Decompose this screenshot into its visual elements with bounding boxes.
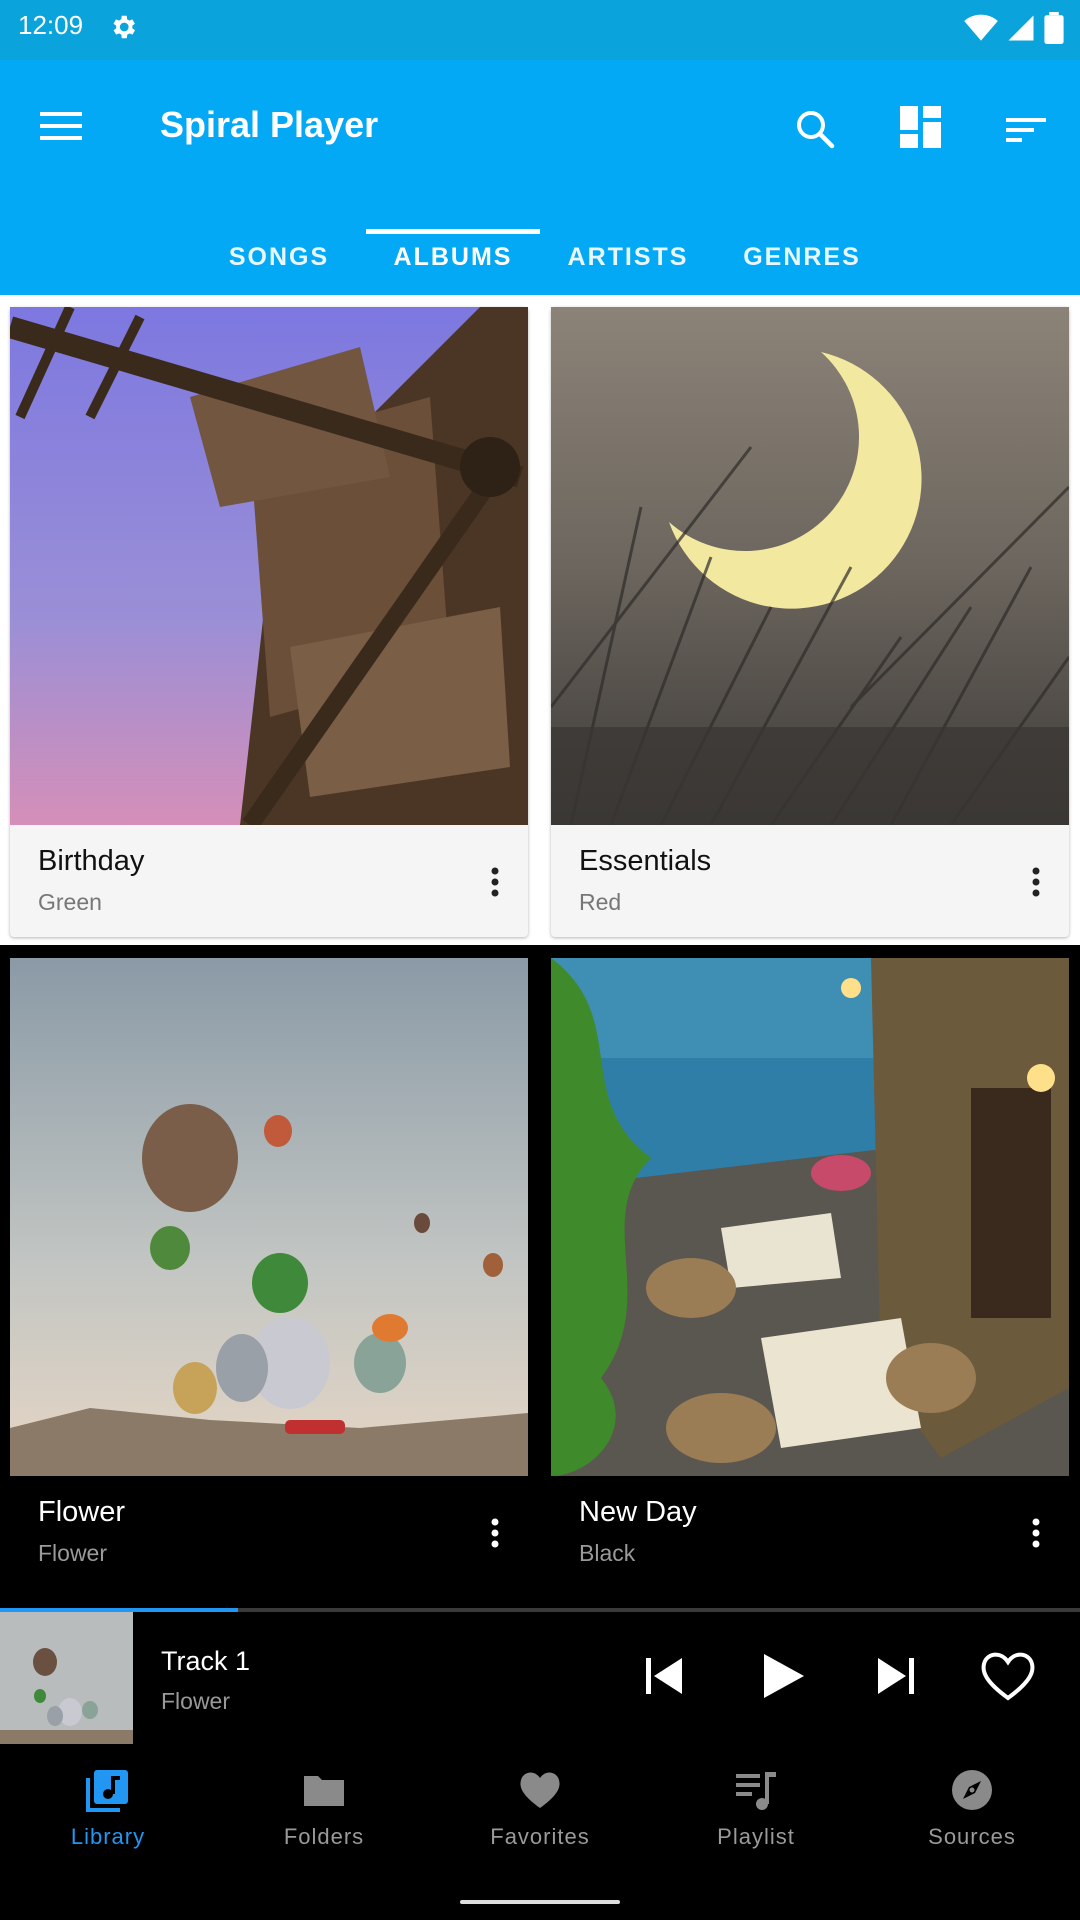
bottom-navigation: Library Folders Favorites Playlist Sourc…: [0, 1744, 1080, 1920]
skip-previous-icon[interactable]: [634, 1646, 694, 1706]
album-cover-balloons: [10, 958, 528, 1476]
nav-label: Library: [70, 1824, 146, 1849]
more-options-icon[interactable]: [490, 1518, 500, 1548]
now-playing-artist: Flower: [161, 1688, 231, 1714]
more-options-icon[interactable]: [1031, 1518, 1041, 1548]
settings-gear-icon: [108, 12, 138, 47]
skip-next-icon[interactable]: [866, 1646, 926, 1706]
nav-label: Folders: [283, 1824, 365, 1849]
album-cover-windmill: [10, 307, 528, 825]
sort-icon[interactable]: [1002, 106, 1052, 156]
now-playing-bar[interactable]: Track 1 Flower: [0, 1612, 1080, 1744]
nav-label: Favorites: [490, 1824, 590, 1849]
play-icon[interactable]: [752, 1646, 812, 1706]
nav-playlist[interactable]: Playlist: [648, 1766, 864, 1850]
status-time: 12:09: [18, 10, 84, 40]
album-cover-moon: [551, 307, 1069, 825]
album-title: Essentials: [579, 845, 712, 877]
now-playing-title: Track 1: [161, 1646, 251, 1676]
battery-icon: [1044, 12, 1064, 44]
folder-icon: [304, 1776, 344, 1806]
tab-artists[interactable]: ARTISTS: [552, 220, 704, 295]
more-options-icon[interactable]: [1031, 867, 1041, 897]
signal-icon: [1008, 15, 1034, 41]
queue-music-icon: [736, 1772, 776, 1810]
album-title: Flower: [38, 1496, 126, 1528]
compass-icon: [952, 1770, 992, 1810]
app-title: Spiral Player: [160, 104, 379, 145]
status-bar: 12:09: [0, 0, 1080, 60]
album-artist: Green: [38, 889, 102, 915]
more-options-icon[interactable]: [490, 867, 500, 897]
album-title: New Day: [579, 1496, 697, 1528]
app-bar: Spiral Player SONGS ALBUMS ARTISTS GENRE…: [0, 60, 1080, 295]
album-artist: Red: [579, 889, 622, 915]
nav-label: Playlist: [717, 1824, 795, 1849]
album-card-flower[interactable]: Flower Flower: [10, 958, 528, 1598]
album-artist: Flower: [38, 1540, 108, 1566]
album-card-birthday[interactable]: Birthday Green: [10, 307, 528, 937]
album-grid-row-1: Birthday Green Essentials Red: [0, 295, 1080, 945]
album-title: Birthday: [38, 845, 145, 877]
nav-library[interactable]: Library: [0, 1766, 216, 1850]
album-cover-terrace: [551, 958, 1069, 1476]
nav-label: Sources: [928, 1824, 1016, 1849]
home-indicator[interactable]: [460, 1900, 620, 1904]
library-music-icon: [86, 1770, 128, 1812]
album-card-new-day[interactable]: New Day Black: [551, 958, 1069, 1598]
tab-genres[interactable]: GENRES: [726, 220, 878, 295]
tab-songs[interactable]: SONGS: [214, 220, 344, 295]
tab-bar: SONGS ALBUMS ARTISTS GENRES: [0, 220, 1080, 295]
search-icon[interactable]: [790, 104, 840, 154]
menu-icon[interactable]: [40, 108, 84, 144]
album-artist: Black: [579, 1540, 636, 1566]
now-playing-artwork: [0, 1612, 133, 1744]
album-card-essentials[interactable]: Essentials Red: [551, 307, 1069, 937]
album-grid-row-2: Flower Flower New Day Black: [0, 945, 1080, 1610]
nav-favorites[interactable]: Favorites: [432, 1766, 648, 1850]
grid-layout-icon[interactable]: [896, 102, 946, 152]
tab-indicator: [366, 229, 540, 234]
heart-outline-icon[interactable]: [978, 1646, 1038, 1706]
heart-icon: [520, 1772, 560, 1808]
wifi-icon: [964, 14, 998, 41]
nav-sources[interactable]: Sources: [864, 1766, 1080, 1850]
nav-folders[interactable]: Folders: [216, 1766, 432, 1850]
